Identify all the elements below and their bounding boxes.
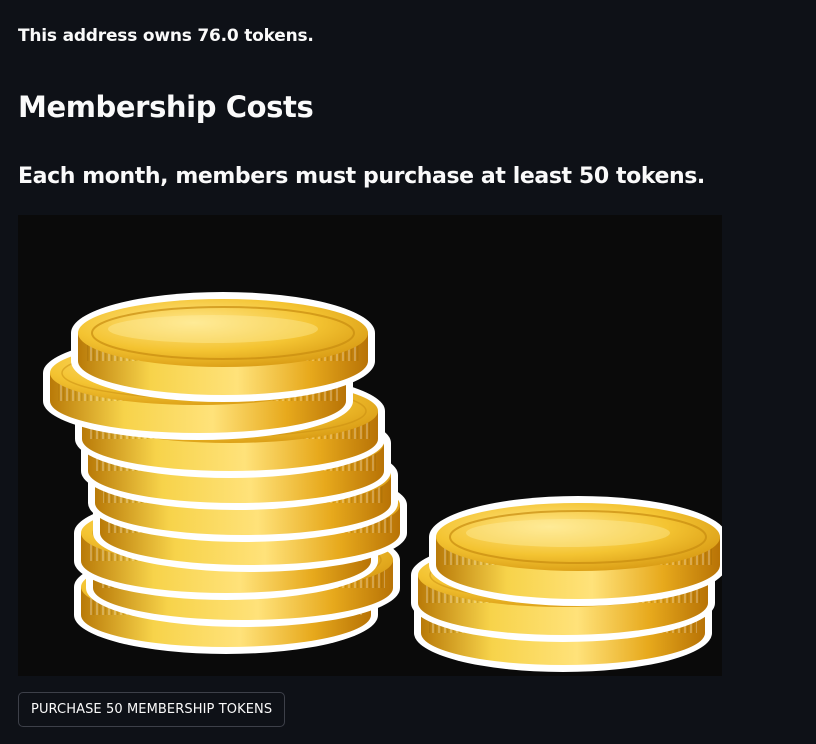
gold-coin-stacks-illustration (43, 292, 722, 672)
gold-coins-image (18, 215, 722, 676)
membership-costs-heading: Membership Costs (18, 90, 314, 124)
purchase-membership-tokens-button[interactable]: PURCHASE 50 MEMBERSHIP TOKENS (18, 692, 286, 727)
membership-requirement-subheading: Each month, members must purchase at lea… (18, 164, 705, 189)
coin-stack-group (43, 292, 722, 672)
gold-coin (429, 496, 722, 606)
gold-coin (71, 292, 375, 402)
token-balance-text: This address owns 76.0 tokens. (18, 26, 314, 46)
